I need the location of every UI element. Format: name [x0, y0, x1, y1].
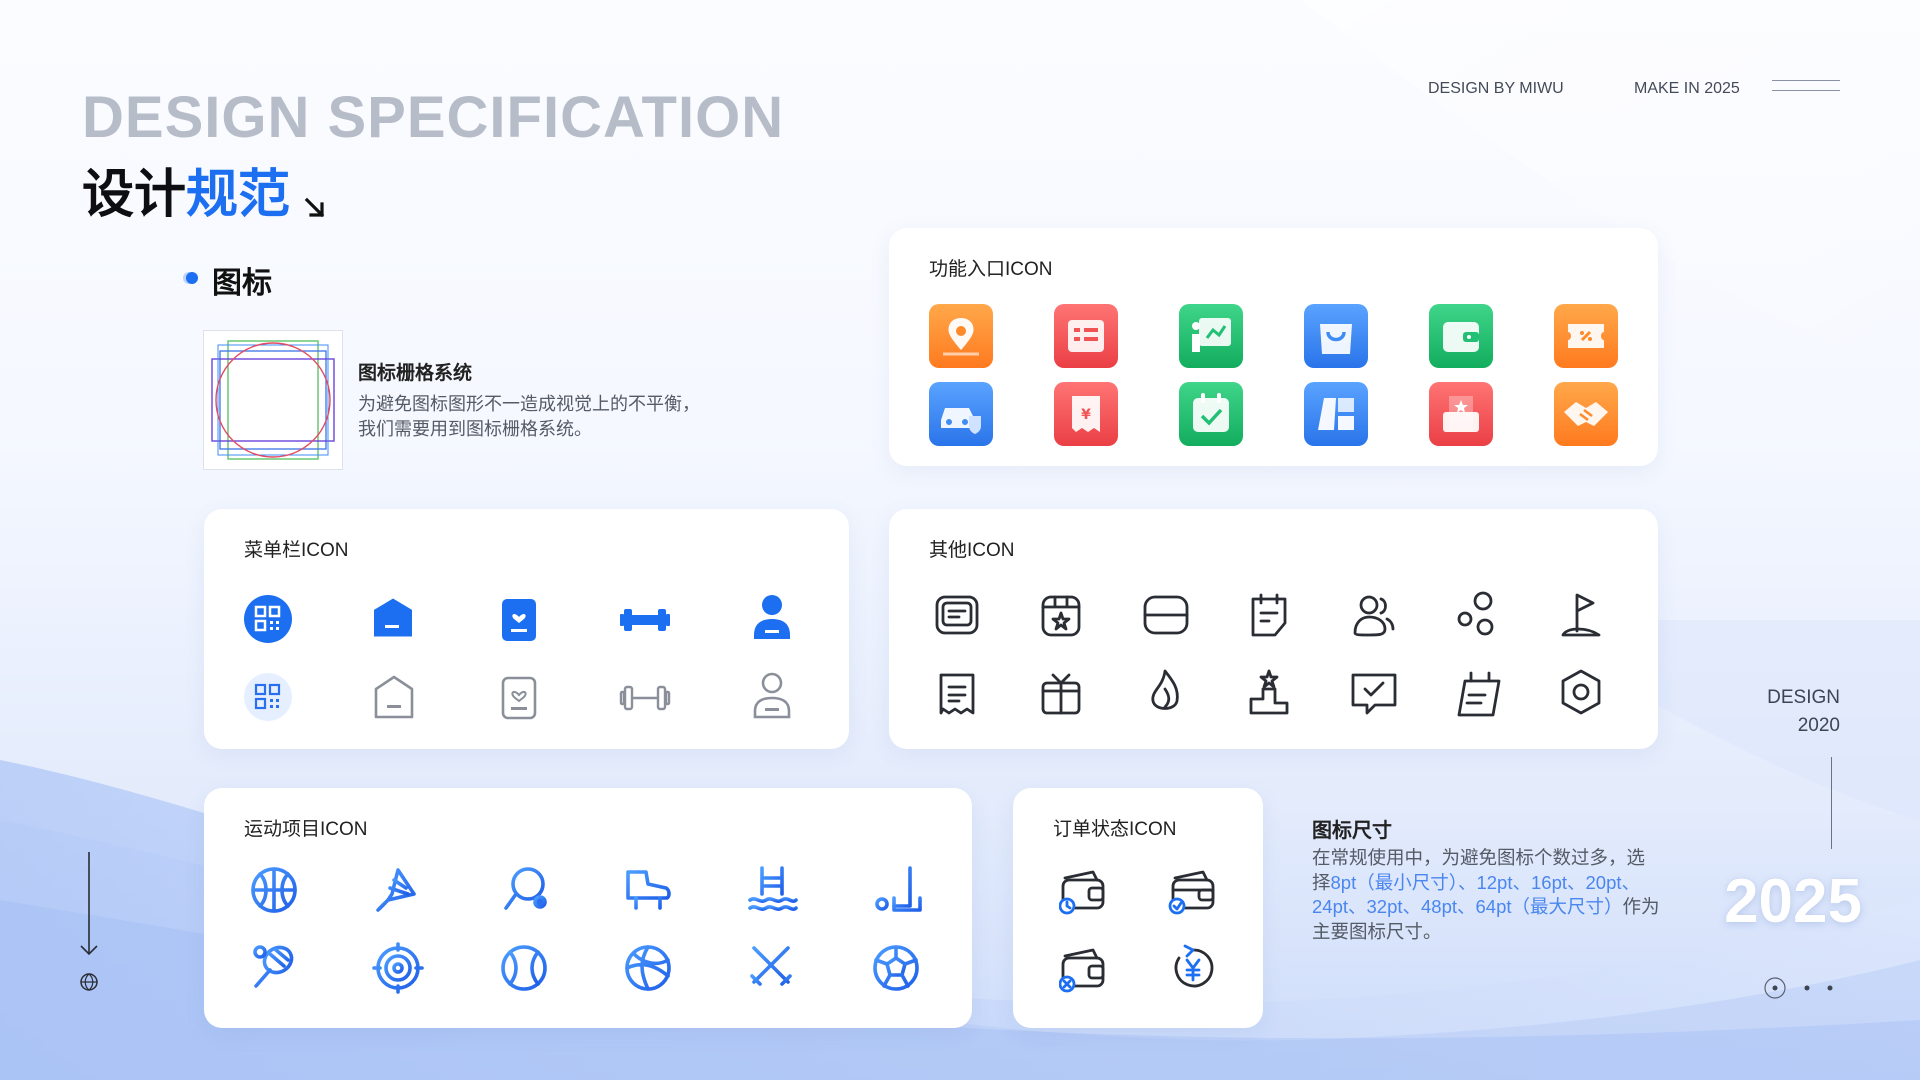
qrcode-icon[interactable]	[244, 673, 292, 721]
pagination-dots[interactable]	[1764, 976, 1844, 1000]
store-icon[interactable]	[1041, 595, 1081, 637]
dumbbell-icon[interactable]	[620, 609, 670, 631]
card-title: 功能入口ICON	[929, 259, 1053, 280]
sports-card: 运动项目ICON	[204, 788, 972, 1028]
order-status-card: 订单状态ICON	[1013, 788, 1263, 1028]
hexagon-icon[interactable]	[1561, 669, 1601, 715]
grid-system-title: 图标栅格系统	[358, 363, 473, 384]
bubbles-icon[interactable]	[1457, 591, 1494, 636]
grid-diagram-icon	[211, 340, 335, 460]
handshake-icon[interactable]	[1554, 382, 1618, 446]
arrow-down-right-icon	[304, 197, 325, 218]
make-in-label: MAKE IN 2025	[1634, 80, 1740, 97]
sports-grid	[251, 866, 922, 994]
user-icon[interactable]	[753, 672, 791, 719]
document-list-icon[interactable]	[1054, 304, 1118, 368]
swimming-icon[interactable]	[748, 866, 798, 911]
card-title: 运动项目ICON	[244, 819, 368, 840]
users-icon[interactable]	[1353, 595, 1395, 637]
calendar-check-icon[interactable]	[1179, 382, 1243, 446]
icon-size-title: 图标尺寸	[1312, 820, 1392, 842]
icon-size-text: 在常规使用中，为避免图标个数过多，选择8pt（最小尺寸）、12pt、16pt、2…	[1312, 846, 1662, 944]
calendar-icon[interactable]	[1457, 671, 1501, 717]
big-year: 2025	[1724, 867, 1862, 936]
note-icon[interactable]	[1251, 593, 1287, 637]
flag-icon[interactable]	[1561, 593, 1601, 637]
profile-card-icon[interactable]	[501, 676, 537, 720]
card-title: 菜单栏ICON	[244, 540, 349, 561]
map-pin-icon[interactable]	[929, 304, 993, 368]
grid-system-desc: 为避免图标图形不一造成视觉上的不平衡， 我们需要用到图标栅格系统。	[358, 392, 758, 442]
shopping-bag-icon[interactable]	[1304, 304, 1368, 368]
function-entry-card: 功能入口ICON ¥	[889, 228, 1658, 466]
chat-check-icon[interactable]	[1351, 673, 1397, 715]
side-design-year: 2020	[1797, 715, 1840, 736]
message-icon[interactable]	[935, 595, 979, 635]
card-icon[interactable]	[1143, 595, 1189, 635]
icon-grid-diagram	[203, 330, 343, 470]
scroll-down-arrow-icon	[80, 852, 98, 991]
table-tennis-icon[interactable]	[504, 867, 547, 910]
gift-card-icon[interactable]	[1429, 382, 1493, 446]
side-divider	[1831, 757, 1832, 849]
menu-bar-grid	[244, 595, 791, 721]
presentation-icon[interactable]	[1179, 304, 1243, 368]
wallet-cancel-icon[interactable]	[1059, 948, 1105, 993]
side-design-label: DESIGN 2020	[1740, 684, 1840, 740]
folder-map-icon[interactable]	[1304, 382, 1368, 446]
other-icons-grid	[935, 591, 1601, 717]
section-title: 图标	[212, 267, 272, 300]
card-title: 订单状态ICON	[1053, 819, 1177, 840]
page-title-cn-part1: 设计	[82, 166, 187, 224]
card-title: 其他ICON	[929, 540, 1015, 561]
flame-icon[interactable]	[1151, 669, 1179, 710]
design-by-label: DESIGN BY MIWU	[1428, 80, 1564, 97]
volleyball-icon[interactable]	[625, 945, 671, 991]
home-icon[interactable]	[374, 598, 412, 637]
page-title-en: DESIGN SPECIFICATION	[82, 85, 785, 150]
wallet-icon[interactable]	[1429, 304, 1493, 368]
coupon-icon[interactable]	[1554, 304, 1618, 368]
fencing-icon[interactable]	[750, 946, 792, 986]
ticket-icon[interactable]	[939, 673, 975, 715]
page-title-cn-part2: 规范	[186, 166, 291, 224]
wallet-pending-icon[interactable]	[1059, 870, 1105, 915]
svg-text:¥: ¥	[1081, 407, 1091, 423]
section-bullet	[186, 272, 198, 284]
size-text-highlight: 8pt（最小尺寸）、12pt、16pt、20pt、24pt、32pt、48pt、…	[1312, 871, 1641, 918]
receipt-icon[interactable]: ¥	[1054, 382, 1118, 446]
podium-icon[interactable]	[1249, 669, 1289, 715]
home-icon[interactable]	[374, 675, 414, 719]
dumbbell-icon[interactable]	[619, 685, 671, 711]
user-icon[interactable]	[754, 595, 790, 639]
other-icons-card: 其他ICON	[889, 509, 1658, 749]
baseball-icon[interactable]	[501, 945, 547, 991]
qrcode-icon[interactable]	[244, 595, 292, 643]
badminton-icon[interactable]	[376, 868, 416, 912]
basketball-icon[interactable]	[251, 867, 297, 913]
function-entry-grid: ¥	[929, 304, 1618, 446]
grid-desc-line1: 为避免图标图形不一造成视觉上的不平衡，	[358, 394, 700, 414]
profile-card-icon[interactable]	[502, 599, 536, 641]
menu-lines-icon	[1772, 80, 1840, 98]
refund-icon[interactable]	[1174, 944, 1214, 988]
car-shield-icon[interactable]	[929, 382, 993, 446]
football-icon[interactable]	[873, 945, 919, 991]
grid-desc-line2: 我们需要用到图标栅格系统。	[358, 419, 592, 439]
side-design-word: DESIGN	[1767, 687, 1840, 708]
order-status-grid	[1059, 870, 1215, 993]
tennis-racket-icon[interactable]	[253, 943, 296, 988]
golf-icon[interactable]	[875, 866, 922, 912]
target-icon[interactable]	[372, 942, 424, 994]
gift-box-icon[interactable]	[1041, 673, 1081, 715]
page-title-cn: 设计 规范	[82, 152, 328, 227]
wallet-done-icon[interactable]	[1168, 870, 1215, 915]
menu-bar-card: 菜单栏ICON	[204, 509, 849, 749]
skate-icon[interactable]	[624, 870, 674, 910]
